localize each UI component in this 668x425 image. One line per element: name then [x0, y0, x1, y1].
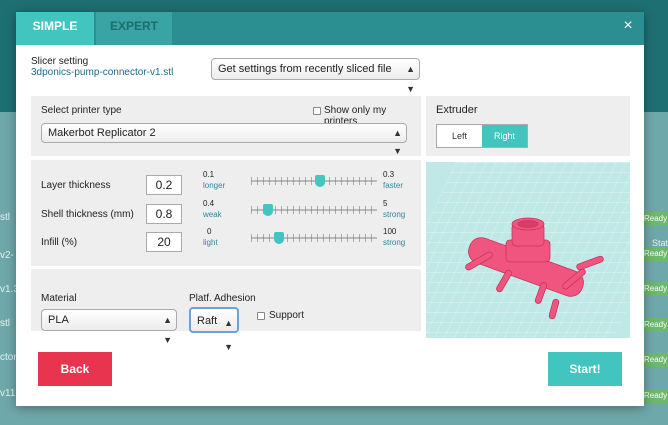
- background-ready-badge: Ready: [642, 389, 668, 403]
- infill-min: 0: [207, 227, 212, 236]
- shell-thickness-min: 0.4: [203, 199, 215, 208]
- background-ready-badge: Ready: [642, 318, 668, 332]
- layer-thickness-label: Layer thickness: [41, 180, 111, 191]
- print-settings-dialog: SIMPLE EXPERT × Slicer setting 3dponics-…: [16, 12, 644, 406]
- slicer-settings-select-value: Get settings from recently sliced file: [218, 63, 392, 75]
- back-button[interactable]: Back: [38, 352, 112, 386]
- extruder-title: Extruder: [436, 104, 478, 116]
- infill-min-text: light: [203, 238, 218, 247]
- background-ready-badge: Ready: [642, 282, 668, 296]
- dropdown-arrows-icon: ▲ ▼: [406, 64, 415, 94]
- tab-expert[interactable]: EXPERT: [96, 12, 172, 45]
- support-checkbox[interactable]: [257, 312, 265, 320]
- slider-thumb[interactable]: [262, 204, 273, 216]
- background-ready-badge: Ready: [642, 212, 668, 226]
- slicer-settings-select[interactable]: Get settings from recently sliced file ▲…: [211, 58, 420, 94]
- infill-label: Infill (%): [41, 237, 78, 248]
- dropdown-arrows-icon: ▲ ▼: [393, 128, 402, 156]
- background-ready-badge: Ready: [642, 247, 668, 261]
- start-button[interactable]: Start!: [548, 352, 622, 386]
- slicer-setting-label: Slicer setting: [31, 56, 89, 67]
- infill-max: 100: [383, 227, 397, 236]
- extruder-toggle: Left Right: [436, 124, 528, 148]
- printer-panel: Select printer type Show only my printer…: [31, 96, 421, 156]
- close-icon[interactable]: ×: [618, 16, 638, 36]
- material-select[interactable]: PLA ▲ ▼: [41, 309, 177, 345]
- tab-simple[interactable]: SIMPLE: [16, 12, 94, 45]
- checkbox-icon[interactable]: [313, 107, 321, 115]
- infill-max-text: strong: [383, 238, 406, 247]
- printer-type-select-value: Makerbot Replicator 2: [48, 127, 156, 139]
- model-preview[interactable]: [426, 162, 630, 338]
- platform-adhesion-label: Platf. Adhesion: [189, 293, 256, 304]
- dropdown-arrows-icon: ▲ ▼: [163, 315, 172, 345]
- extruder-right-button[interactable]: Right: [482, 125, 527, 147]
- shell-thickness-slider[interactable]: [251, 204, 377, 216]
- printer-type-select[interactable]: Makerbot Replicator 2 ▲ ▼: [41, 123, 407, 156]
- quality-panel: Layer thickness 0.2 0.1 longer 0.3 faste…: [31, 160, 421, 266]
- layer-thickness-max-text: faster: [383, 181, 404, 190]
- infill-slider[interactable]: [251, 232, 377, 244]
- dropdown-arrows-icon: ▲ ▼: [224, 318, 233, 352]
- model-preview-canvas: [426, 162, 630, 338]
- slider-thumb[interactable]: [274, 232, 285, 244]
- platform-adhesion-select-value: Raft: [197, 315, 218, 327]
- printer-type-label: Select printer type: [41, 105, 122, 116]
- shell-thickness-label: Shell thickness (mm): [41, 209, 134, 220]
- extruder-left-button[interactable]: Left: [437, 125, 482, 147]
- shell-thickness-input[interactable]: 0.8: [146, 204, 182, 224]
- layer-thickness-min-text: longer: [203, 181, 226, 190]
- material-select-value: PLA: [48, 314, 69, 326]
- material-label: Material: [41, 293, 77, 304]
- dialog-header: SIMPLE EXPERT ×: [16, 12, 644, 45]
- layer-thickness-slider[interactable]: [251, 175, 377, 187]
- slicer-file-name: 3dponics-pump-connector-v1.stl: [31, 67, 174, 78]
- slider-thumb[interactable]: [314, 175, 325, 187]
- platform-adhesion-select[interactable]: Raft ▲ ▼: [189, 307, 239, 352]
- shell-thickness-max-text: strong: [383, 210, 406, 219]
- material-panel: Material PLA ▲ ▼ Platf. Adhesion Raft ▲ ▼ …: [31, 269, 421, 352]
- shell-thickness-max: 5: [383, 199, 388, 208]
- support-label: Support: [269, 310, 305, 321]
- extruder-panel: Extruder Left Right: [426, 96, 630, 156]
- layer-thickness-max: 0.3: [383, 170, 395, 179]
- background-ready-badge: Ready: [642, 353, 668, 367]
- layer-thickness-min: 0.1: [203, 170, 215, 179]
- layer-thickness-input[interactable]: 0.2: [146, 175, 182, 195]
- shell-thickness-min-text: weak: [203, 210, 222, 219]
- infill-input[interactable]: 20: [146, 232, 182, 252]
